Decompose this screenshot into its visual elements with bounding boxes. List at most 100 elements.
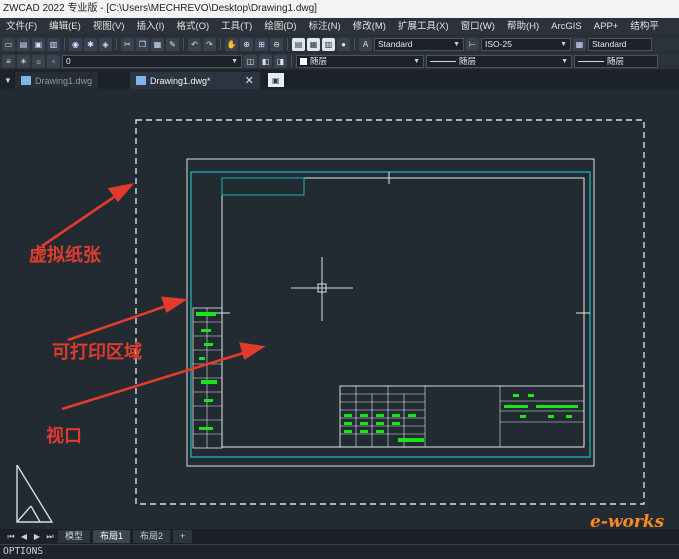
menu-edit[interactable]: 编辑(E) bbox=[43, 18, 87, 35]
save-icon[interactable]: ▣ bbox=[32, 37, 45, 51]
design-center-icon[interactable]: ▦ bbox=[307, 37, 320, 51]
menu-arcgis[interactable]: ArcGIS bbox=[545, 18, 588, 35]
print-preview-icon[interactable]: ◉ bbox=[69, 37, 82, 51]
title-block-frame bbox=[221, 177, 585, 448]
linetype-select[interactable]: 随层 ▼ bbox=[426, 54, 572, 68]
chevron-down-icon: ▼ bbox=[231, 57, 238, 65]
zoom-window-icon[interactable]: ⊞ bbox=[255, 37, 268, 51]
prev-tab-icon[interactable]: ◀ bbox=[19, 532, 29, 542]
text-style-icon: A bbox=[359, 37, 372, 51]
printable-area-boundary bbox=[186, 158, 595, 467]
layer-properties-icon[interactable]: ≡ bbox=[2, 54, 15, 68]
layer-lock-icon[interactable]: ▫ bbox=[47, 54, 60, 68]
close-icon[interactable]: ✕ bbox=[245, 74, 254, 87]
linetype-value: 随层 bbox=[430, 56, 476, 67]
publish-icon[interactable]: ✱ bbox=[84, 37, 97, 51]
new-tab-icon[interactable]: ▣ bbox=[267, 73, 284, 87]
color-value: 随层 bbox=[300, 56, 327, 67]
watermark-logo: e-works bbox=[590, 512, 665, 532]
doc-tab-drawing1[interactable]: Drawing1.dwg bbox=[15, 72, 99, 89]
make-current-layer-icon[interactable]: ◫ bbox=[244, 54, 257, 68]
layer-on-icon[interactable]: ☀ bbox=[17, 54, 30, 68]
menu-insert[interactable]: 插入(I) bbox=[130, 18, 170, 35]
menu-extension-tools[interactable]: 扩展工具(X) bbox=[392, 18, 455, 35]
first-tab-icon[interactable]: ⏮ bbox=[6, 532, 16, 542]
last-tab-icon[interactable]: ⏭ bbox=[45, 532, 55, 542]
layer-freeze-icon[interactable]: ☼ bbox=[32, 54, 45, 68]
zoom-previous-icon[interactable]: ⊖ bbox=[270, 37, 283, 51]
binding-strip-text bbox=[196, 312, 217, 430]
match-properties-icon[interactable]: ✎ bbox=[166, 37, 179, 51]
lineweight-value: 随层 bbox=[578, 56, 624, 67]
pan-icon[interactable]: ✋ bbox=[225, 37, 238, 51]
next-tab-icon[interactable]: ▶ bbox=[32, 532, 42, 542]
text-style-select[interactable]: Standard ▼ bbox=[374, 37, 464, 51]
zoom-realtime-icon[interactable]: ⊕ bbox=[240, 37, 253, 51]
menu-structure[interactable]: 结构平 bbox=[624, 18, 665, 35]
layer-select[interactable]: 0 ▼ bbox=[62, 54, 242, 68]
doc-tab-label: Drawing1.dwg bbox=[35, 75, 93, 86]
print-icon[interactable]: ▥ bbox=[47, 37, 60, 51]
table-style-value: Standard bbox=[592, 38, 627, 49]
drawing-canvas[interactable]: 虚拟纸张 可打印区域 视口 bbox=[0, 89, 679, 529]
menu-help[interactable]: 帮助(H) bbox=[501, 18, 545, 35]
redo-icon[interactable]: ↷ bbox=[203, 37, 216, 51]
layer-value: 0 bbox=[66, 55, 71, 66]
layer-states-icon[interactable]: ◨ bbox=[274, 54, 287, 68]
tool-palette-icon[interactable]: ▥ bbox=[322, 37, 335, 51]
menu-view[interactable]: 视图(V) bbox=[87, 18, 131, 35]
dim-style-icon: ⊢ bbox=[466, 37, 479, 51]
menu-tools[interactable]: 工具(T) bbox=[215, 18, 258, 35]
menu-window[interactable]: 窗口(W) bbox=[455, 18, 501, 35]
table-style-select[interactable]: Standard bbox=[588, 37, 652, 51]
layers-toolbar: ≡ ☀ ☼ ▫ 0 ▼ ◫ ◧ ◨ 随层 ▼ 随层 ▼ 随层 bbox=[0, 52, 679, 69]
command-line[interactable]: OPTIONS bbox=[0, 544, 679, 559]
color-label: 随层 bbox=[310, 55, 328, 66]
zwcad-window: ZWCAD 2022 专业版 - [C:\Users\MECHREVO\Desk… bbox=[0, 0, 679, 559]
annotation-arrows bbox=[41, 183, 266, 411]
help-icon[interactable]: ● bbox=[337, 37, 350, 51]
layout-drawing bbox=[16, 119, 645, 523]
standard-toolbar: ▭ ▤ ▣ ▥ ◉ ✱ ◈ ✂ ❐ ▦ ✎ ↶ ↷ ✋ ⊕ ⊞ ⊖ ▤ ▦ ▥ … bbox=[0, 35, 679, 52]
viewport-boundary bbox=[190, 171, 591, 458]
paste-icon[interactable]: ▦ bbox=[151, 37, 164, 51]
virtual-paper-label: 虚拟纸张 bbox=[29, 245, 101, 266]
menu-file[interactable]: 文件(F) bbox=[0, 18, 43, 35]
undo-icon[interactable]: ↶ bbox=[188, 37, 201, 51]
new-file-icon[interactable]: ▭ bbox=[2, 37, 15, 51]
toolbar-divider bbox=[116, 38, 117, 50]
toolbar-divider bbox=[354, 38, 355, 50]
menu-dimension[interactable]: 标注(N) bbox=[303, 18, 347, 35]
plot-icon[interactable]: ◈ bbox=[99, 37, 112, 51]
text-style-value: Standard bbox=[378, 38, 413, 49]
tab-model[interactable]: 模型 bbox=[58, 530, 91, 543]
open-file-icon[interactable]: ▤ bbox=[17, 37, 30, 51]
toolbar-divider bbox=[287, 38, 288, 50]
layout-tab-bar: ⏮ ◀ ▶ ⏭ 模型 布局1 布局2 + bbox=[0, 529, 679, 544]
tab-layout2[interactable]: 布局2 bbox=[133, 530, 171, 543]
menu-modify[interactable]: 修改(M) bbox=[347, 18, 392, 35]
frame-corner-tag bbox=[221, 177, 305, 196]
lineweight-select[interactable]: 随层 bbox=[574, 54, 658, 68]
layer-previous-icon[interactable]: ◧ bbox=[259, 54, 272, 68]
linetype-sample bbox=[430, 60, 456, 62]
viewport-label: 视口 bbox=[46, 426, 82, 447]
add-layout-button[interactable]: + bbox=[173, 530, 193, 543]
color-select[interactable]: 随层 ▼ bbox=[296, 54, 424, 68]
cut-icon[interactable]: ✂ bbox=[121, 37, 134, 51]
dim-style-value: ISO-25 bbox=[485, 38, 512, 49]
table-style-icon: ▦ bbox=[573, 37, 586, 51]
chevron-down-icon: ▼ bbox=[453, 40, 460, 48]
chevron-down-icon: ▼ bbox=[560, 40, 567, 48]
dim-style-select[interactable]: ISO-25 ▼ bbox=[481, 37, 571, 51]
tab-layout1[interactable]: 布局1 bbox=[93, 530, 131, 543]
menu-format[interactable]: 格式(O) bbox=[170, 18, 215, 35]
copy-icon[interactable]: ❐ bbox=[136, 37, 149, 51]
properties-icon[interactable]: ▤ bbox=[292, 37, 305, 51]
tab-menu-icon[interactable]: ▼ bbox=[3, 76, 13, 86]
lineweight-sample bbox=[578, 60, 604, 62]
color-swatch bbox=[300, 57, 307, 65]
doc-tab-drawing1-active[interactable]: Drawing1.dwg* ✕ bbox=[130, 72, 260, 89]
menu-app-plus[interactable]: APP+ bbox=[588, 18, 625, 35]
menu-draw[interactable]: 绘图(D) bbox=[258, 18, 302, 35]
